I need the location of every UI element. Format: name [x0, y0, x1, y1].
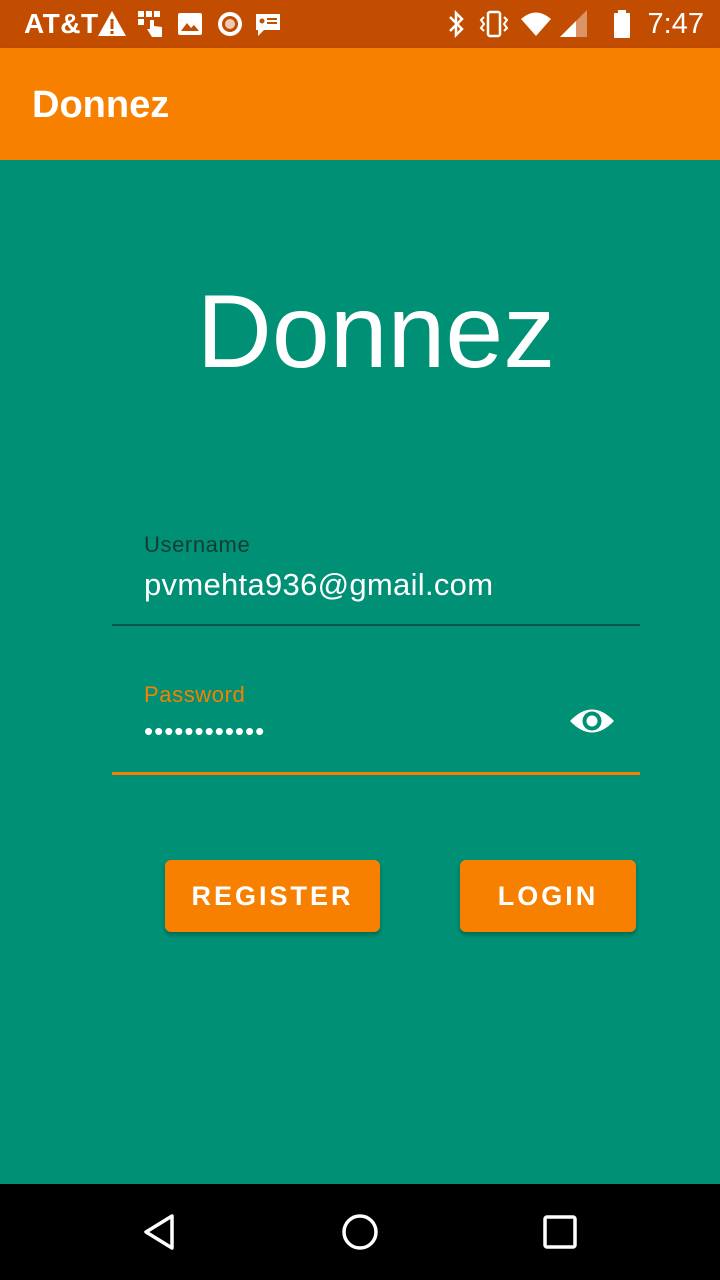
home-icon[interactable]: [340, 1212, 380, 1252]
navigation-bar: [0, 1184, 720, 1280]
app-bar-title: Donnez: [32, 84, 170, 126]
clock: 7:47: [647, 8, 704, 40]
app-logo-text: Donnez: [196, 274, 556, 390]
login-screen: Donnez Username pvmehta936@gmail.com Pas…: [0, 160, 720, 1184]
touch-icon: [138, 11, 162, 37]
app-bar: Donnez: [0, 48, 720, 160]
chat-icon: [256, 14, 280, 36]
username-label: Username: [144, 532, 251, 557]
image-icon: [178, 13, 202, 35]
username-field[interactable]: Username pvmehta936@gmail.com: [112, 532, 640, 626]
warning-icon: [98, 11, 126, 36]
login-button[interactable]: LOGIN: [460, 860, 636, 932]
carrier-label: AT&T: [24, 8, 99, 39]
username-input[interactable]: pvmehta936@gmail.com: [144, 566, 493, 604]
vibrate-icon: [479, 10, 509, 38]
battery-icon: [614, 10, 630, 38]
register-button[interactable]: REGISTER: [165, 860, 380, 932]
password-label: Password: [144, 682, 246, 707]
wifi-icon: [521, 12, 551, 36]
status-bar: AT&T 7:47: [0, 0, 720, 48]
signal-icon: [560, 10, 587, 37]
eye-icon[interactable]: [568, 702, 616, 740]
back-icon[interactable]: [140, 1212, 180, 1252]
record-icon: [218, 12, 242, 36]
bluetooth-icon: [449, 9, 464, 39]
password-field[interactable]: Password ••••••••••••: [112, 682, 640, 775]
recents-icon[interactable]: [540, 1212, 580, 1252]
password-input[interactable]: ••••••••••••: [144, 712, 265, 750]
